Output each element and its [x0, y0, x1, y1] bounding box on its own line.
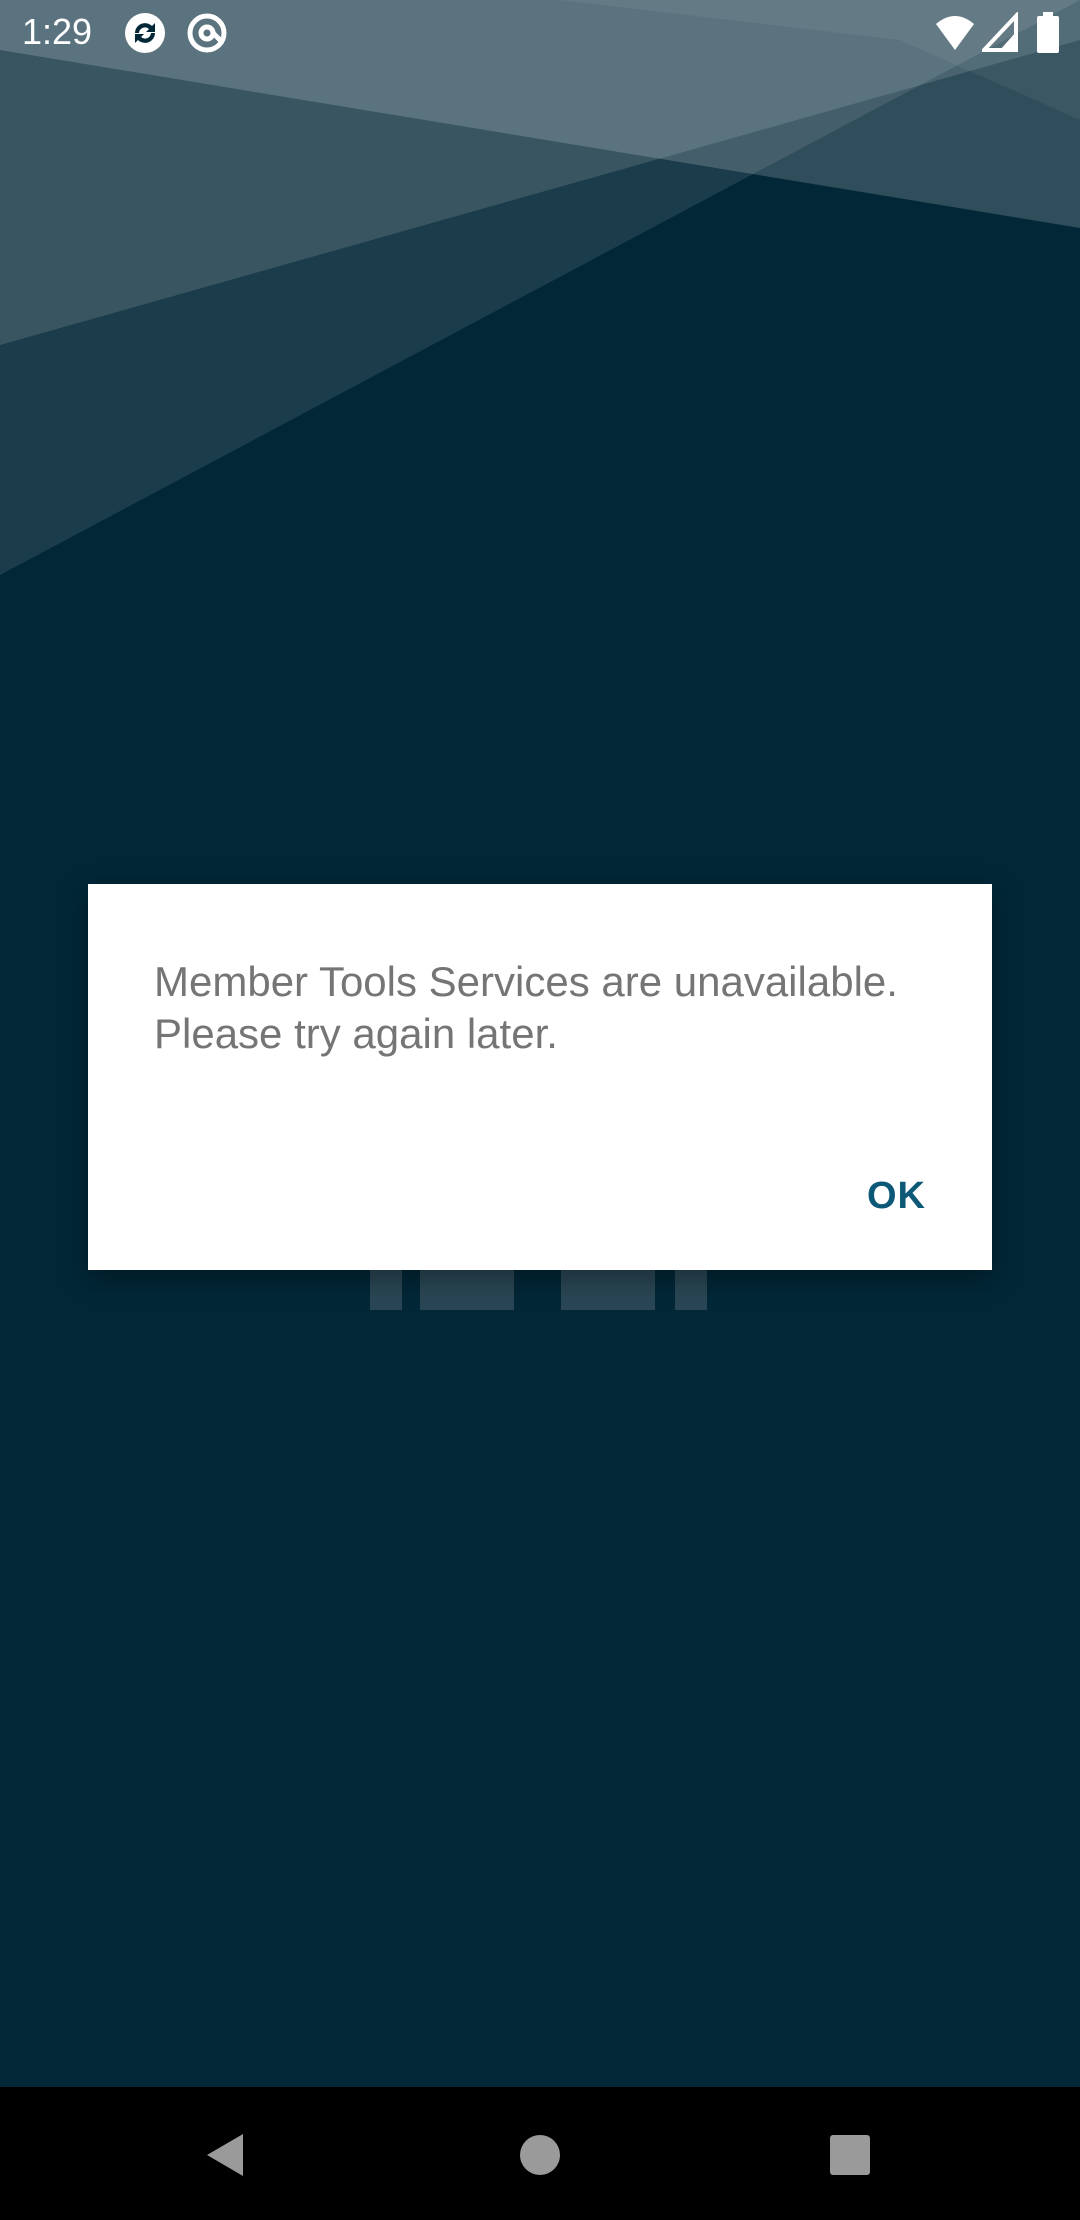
back-button[interactable]: [188, 2117, 264, 2193]
app-screen: 1:29 Member Tools Services are unavailab…: [0, 0, 1080, 2220]
navigation-bar: [0, 2087, 1080, 2220]
recents-icon: [830, 2135, 870, 2175]
home-button[interactable]: [502, 2117, 578, 2193]
error-dialog: Member Tools Services are unavailable. P…: [88, 884, 992, 1270]
home-icon: [520, 2135, 560, 2175]
ok-button[interactable]: OK: [845, 1158, 948, 1234]
back-icon: [207, 2134, 243, 2176]
dialog-message: Member Tools Services are unavailable. P…: [154, 958, 898, 1057]
recents-button[interactable]: [812, 2117, 888, 2193]
